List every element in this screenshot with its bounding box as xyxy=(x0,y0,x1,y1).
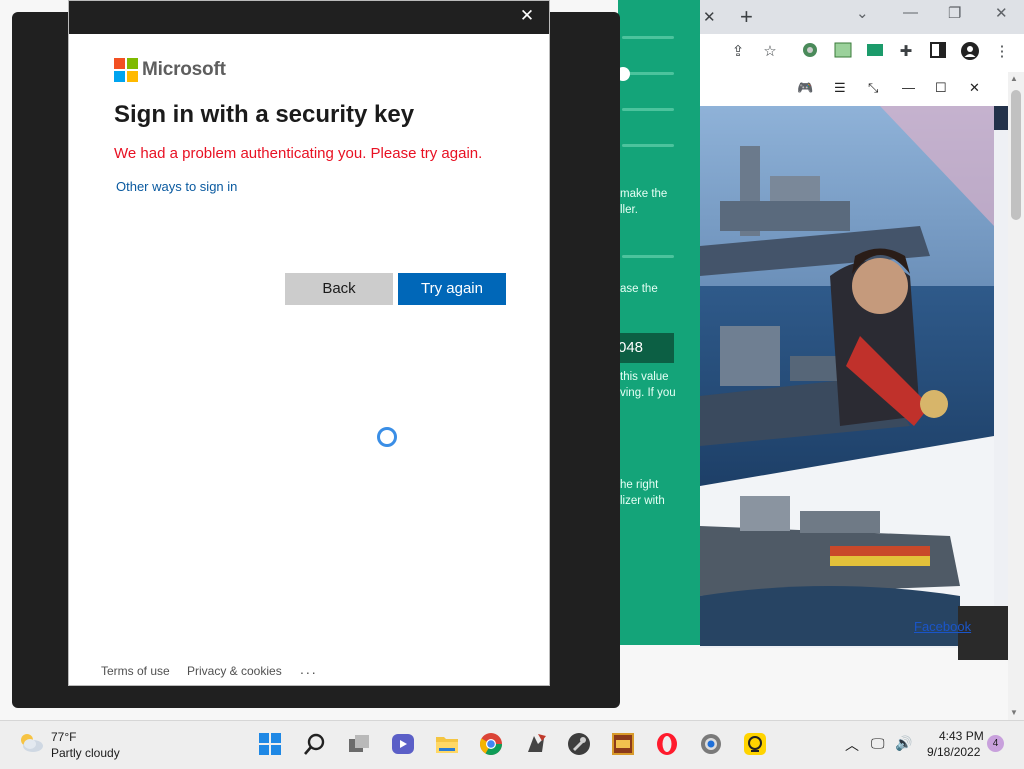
dialog-title: Sign in with a security key xyxy=(114,101,415,128)
dialog-titlebar xyxy=(69,1,549,34)
panel-slider[interactable] xyxy=(622,36,674,39)
loading-spinner-icon xyxy=(377,427,397,447)
error-message: We had a problem authenticating you. Ple… xyxy=(114,145,483,162)
opera-icon[interactable] xyxy=(655,732,679,756)
gamepad-icon[interactable]: 🎮 xyxy=(797,80,813,96)
clock-date[interactable]: 9/18/2022 xyxy=(927,745,980,759)
panel-text: make the xyxy=(620,188,668,200)
display-icon[interactable]: 🖵 xyxy=(871,735,885,752)
panel-text: this value xyxy=(620,371,669,383)
panel-slider[interactable] xyxy=(622,108,674,111)
clock-time[interactable]: 4:43 PM xyxy=(939,729,984,743)
bookmark-star-icon[interactable]: ☆ xyxy=(760,42,780,62)
task-view-icon[interactable] xyxy=(347,732,371,756)
notification-count-badge[interactable]: 4 xyxy=(987,735,1004,752)
dosbox-icon[interactable] xyxy=(611,732,635,756)
extension-side-panel xyxy=(618,0,700,645)
more-options-button[interactable]: ... xyxy=(300,661,318,677)
facebook-link[interactable]: Facebook xyxy=(914,619,971,634)
scroll-down-arrow-icon[interactable]: ▼ xyxy=(1010,708,1018,717)
panel-code-field[interactable]: 048 xyxy=(612,333,674,363)
tools-icon[interactable] xyxy=(567,732,591,756)
privacy-cookies-link[interactable]: Privacy & cookies xyxy=(187,664,282,678)
windows-start-icon[interactable] xyxy=(258,732,282,756)
menu-icon[interactable]: ☰ xyxy=(834,80,846,96)
panel-text: lizer with xyxy=(620,495,665,507)
remote-app-icon[interactable] xyxy=(743,732,767,756)
panel-slider[interactable] xyxy=(622,255,674,258)
panel-text: ller. xyxy=(620,204,638,216)
tab-search-icon[interactable]: ⌄ xyxy=(856,4,869,22)
extension-icon[interactable] xyxy=(865,42,885,62)
dialog-close-button[interactable]: ✕ xyxy=(517,6,537,26)
teams-icon[interactable] xyxy=(391,732,415,756)
panel-text: ase the xyxy=(620,283,658,295)
microsoft-wordmark: Microsoft xyxy=(142,59,226,80)
resize-icon[interactable]: ⤡ xyxy=(868,80,878,96)
new-tab-button[interactable]: + xyxy=(740,4,753,30)
profile-icon[interactable] xyxy=(960,42,980,62)
game-window-edge xyxy=(994,106,1008,130)
menu-icon[interactable]: ⋮ xyxy=(992,42,1012,62)
panel-text: ving. If you xyxy=(620,387,676,399)
scroll-up-arrow-icon[interactable]: ▲ xyxy=(1010,74,1018,83)
file-explorer-icon[interactable] xyxy=(435,732,459,756)
warships-artwork xyxy=(700,106,994,646)
other-ways-to-sign-in-link[interactable]: Other ways to sign in xyxy=(116,179,237,194)
microsoft-logo-icon xyxy=(114,58,138,82)
panel-text: he right xyxy=(620,479,659,491)
back-button[interactable]: Back xyxy=(285,273,393,305)
settings-icon[interactable] xyxy=(699,732,723,756)
close-icon[interactable]: ✕ xyxy=(969,80,980,96)
maximize-icon[interactable]: ☐ xyxy=(935,80,947,96)
search-icon[interactable] xyxy=(303,732,327,756)
extension-icon[interactable] xyxy=(800,42,820,62)
tab-close-icon[interactable]: ✕ xyxy=(703,8,716,26)
extension-icon[interactable] xyxy=(833,42,853,62)
puzzle-icon[interactable]: ✚ xyxy=(896,42,916,62)
weather-description[interactable]: Partly cloudy xyxy=(51,746,120,760)
game-window-titlebar xyxy=(700,72,1008,106)
minimize-icon[interactable]: — xyxy=(903,4,918,21)
chrome-icon[interactable] xyxy=(479,732,503,756)
sidebar-icon[interactable] xyxy=(928,42,948,62)
share-icon[interactable]: ⇪ xyxy=(728,42,748,62)
volume-icon[interactable]: 🔊 xyxy=(895,735,912,752)
minimize-icon[interactable]: — xyxy=(902,80,915,95)
game-app-icon[interactable] xyxy=(524,732,548,756)
show-hidden-icons-chevron-icon[interactable]: ︿ xyxy=(845,735,859,755)
partly-cloudy-icon[interactable] xyxy=(18,731,44,753)
weather-temperature[interactable]: 77°F xyxy=(51,730,76,744)
window-close-icon[interactable]: ✕ xyxy=(995,4,1008,22)
terms-of-use-link[interactable]: Terms of use xyxy=(101,664,170,678)
scrollbar-thumb[interactable] xyxy=(1011,90,1021,220)
try-again-button[interactable]: Try again xyxy=(398,273,506,305)
restore-icon[interactable]: ❐ xyxy=(948,4,961,22)
panel-slider[interactable] xyxy=(622,144,674,147)
